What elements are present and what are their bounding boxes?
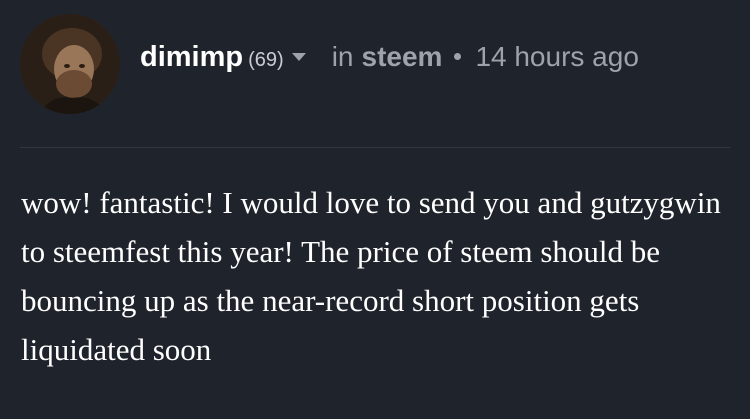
comment-header: dimimp (69) in steem 14 hours ago [20, 14, 639, 114]
separator-dot-icon [454, 52, 462, 60]
chevron-down-icon[interactable] [291, 52, 306, 61]
comment-body: wow! fantastic! I would love to send you… [21, 185, 721, 367]
avatar-portrait-icon [20, 14, 120, 114]
timestamp-link[interactable]: 14 hours ago [475, 41, 638, 73]
category-link[interactable]: steem [362, 41, 443, 73]
reputation-score: (69) [248, 48, 284, 71]
comment-meta: dimimp (69) in steem 14 hours ago [140, 41, 639, 74]
divider [20, 147, 730, 148]
comment-card: dimimp (69) in steem 14 hours ago wow! f… [0, 0, 750, 419]
avatar[interactable] [20, 14, 120, 114]
author-link[interactable]: dimimp [140, 41, 243, 74]
in-label: in [331, 40, 354, 72]
